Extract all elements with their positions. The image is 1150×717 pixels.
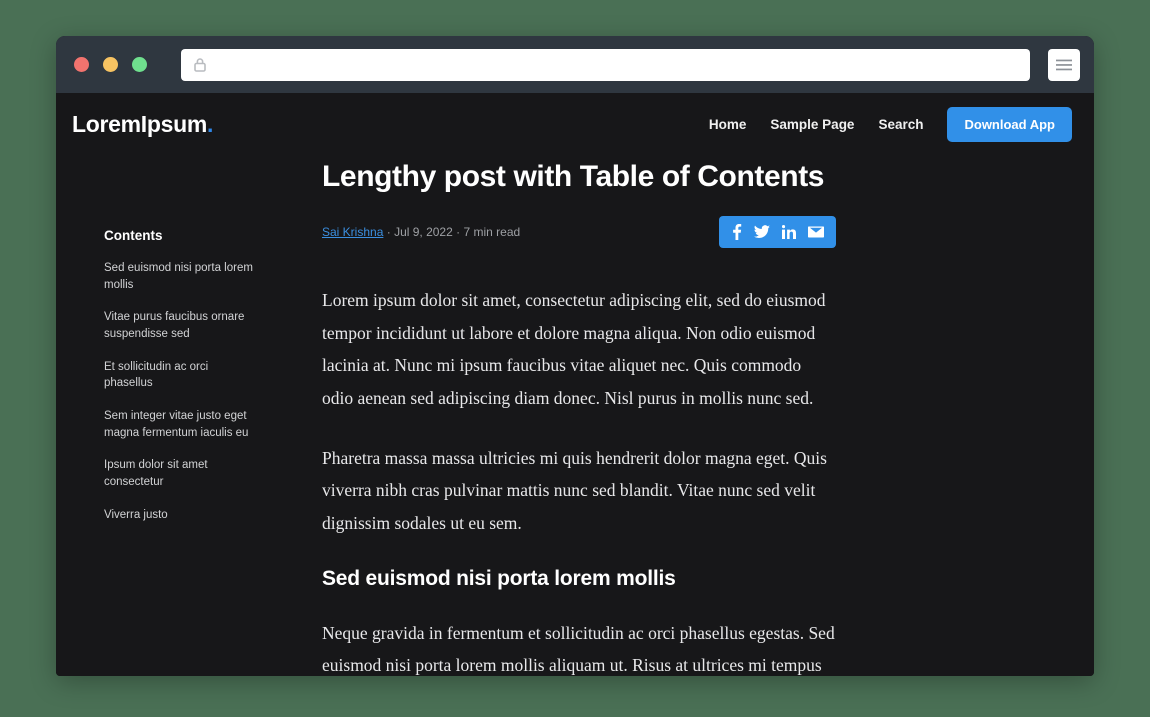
- website-viewport: LoremIpsum. Home Sample Page Search Down…: [56, 93, 1094, 676]
- toc-item[interactable]: Et sollicitudin ac orci phasellus: [104, 359, 256, 392]
- logo-accent-dot: .: [207, 110, 214, 137]
- browser-menu-button[interactable]: [1048, 48, 1080, 81]
- author-link[interactable]: Sai Krishna: [322, 225, 383, 239]
- url-input[interactable]: [207, 57, 1018, 72]
- table-of-contents: Contents Sed euismod nisi porta lorem mo…: [56, 159, 316, 676]
- close-window-button[interactable]: [74, 57, 89, 72]
- toc-heading: Contents: [104, 228, 163, 243]
- traffic-lights: [74, 57, 147, 72]
- nav-item-search[interactable]: Search: [878, 117, 923, 132]
- hamburger-menu-icon: [1056, 59, 1072, 70]
- email-share-icon: [808, 226, 824, 238]
- twitter-share-button[interactable]: [754, 225, 770, 239]
- logo-text: LoremIpsum: [72, 110, 208, 137]
- toc-item[interactable]: Viverra justo: [104, 507, 256, 524]
- linkedin-share-button[interactable]: [782, 225, 796, 240]
- page-body: Contents Sed euismod nisi porta lorem mo…: [56, 155, 1094, 676]
- address-bar[interactable]: [181, 48, 1030, 81]
- section-heading: Sed euismod nisi porta lorem mollis: [322, 567, 676, 591]
- site-logo[interactable]: LoremIpsum.: [72, 111, 213, 138]
- nav-item-sample-page[interactable]: Sample Page: [770, 117, 854, 132]
- minimize-window-button[interactable]: [103, 57, 118, 72]
- twitter-share-icon: [754, 225, 770, 239]
- facebook-share-button[interactable]: [731, 224, 742, 241]
- toc-item[interactable]: Vitae purus faucibus ornare suspendisse …: [104, 309, 256, 342]
- meta-separator: ·: [386, 225, 391, 240]
- browser-window: LoremIpsum. Home Sample Page Search Down…: [56, 36, 1094, 676]
- site-header: LoremIpsum. Home Sample Page Search Down…: [56, 93, 1094, 155]
- article-meta: Sai Krishna · Jul 9, 2022 · 7 min read: [322, 216, 836, 249]
- lock-icon: [194, 57, 206, 72]
- toc-item[interactable]: Ipsum dolor sit amet consectetur: [104, 457, 256, 490]
- maximize-window-button[interactable]: [132, 57, 147, 72]
- meta-text-group: Sai Krishna · Jul 9, 2022 · 7 min read: [322, 225, 520, 239]
- article-paragraph: Neque gravida in fermentum et sollicitud…: [322, 623, 835, 676]
- article-paragraph: Pharetra massa massa ultricies mi quis h…: [322, 447, 827, 533]
- toc-item[interactable]: Sed euismod nisi porta lorem mollis: [104, 260, 256, 293]
- publish-date: Jul 9, 2022: [394, 225, 453, 240]
- page-title: Lengthy post with Table of Contents: [322, 160, 825, 193]
- email-share-button[interactable]: [808, 226, 824, 238]
- social-share-bar: [719, 216, 836, 249]
- nav-item-home[interactable]: Home: [709, 117, 747, 132]
- article-paragraph: Lorem ipsum dolor sit amet, consectetur …: [322, 290, 826, 408]
- article-content: Lengthy post with Table of Contents Sai …: [316, 159, 876, 676]
- linkedin-share-icon: [782, 225, 796, 240]
- browser-chrome: [56, 36, 1094, 93]
- facebook-share-icon: [733, 224, 742, 241]
- read-time: 7 min read: [463, 225, 521, 240]
- toc-item[interactable]: Sem integer vitae justo eget magna ferme…: [104, 408, 256, 441]
- meta-separator: ·: [456, 225, 461, 240]
- main-navigation: Home Sample Page Search Download App: [709, 106, 1072, 142]
- download-app-button[interactable]: Download App: [947, 106, 1072, 142]
